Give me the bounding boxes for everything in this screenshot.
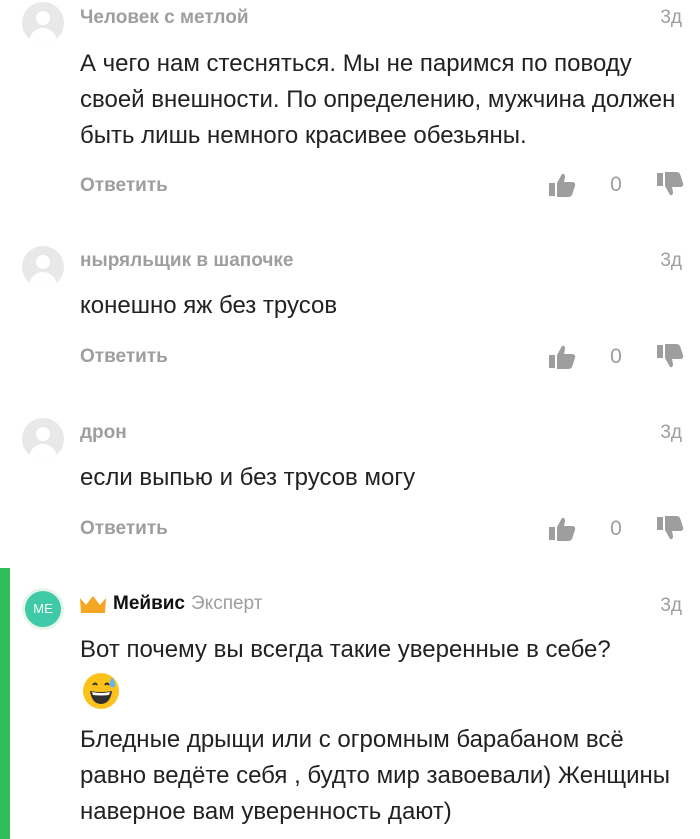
comment-author[interactable]: Мейвис Эксперт xyxy=(113,593,262,615)
comment-text: Вот почему вы всегда такие уверенные в с… xyxy=(80,636,611,663)
comment-author[interactable]: Человек с метлой xyxy=(80,7,249,29)
author-name[interactable]: Мейвис xyxy=(113,593,185,614)
user-avatar[interactable] xyxy=(22,418,64,460)
comment-time: 3д xyxy=(660,595,682,616)
thumbs-down-icon[interactable] xyxy=(656,515,684,543)
comment-author[interactable]: дрон xyxy=(80,422,127,444)
thumbs-up-icon[interactable] xyxy=(548,171,576,199)
author-role-badge: Эксперт xyxy=(191,593,263,614)
crown-icon xyxy=(80,596,106,613)
reply-button[interactable]: Ответить xyxy=(80,346,168,368)
thumbs-up-icon[interactable] xyxy=(548,343,576,371)
user-avatar[interactable] xyxy=(22,2,64,44)
thumbs-down-icon[interactable] xyxy=(656,343,684,371)
comment-time: 3д xyxy=(660,422,682,443)
comment-time: 3д xyxy=(660,7,682,28)
comment: Человек с метлой 3д А чего нам стеснятьс… xyxy=(0,0,700,215)
reply-button[interactable]: Ответить xyxy=(80,518,168,540)
comment-time: 3д xyxy=(660,250,682,271)
grinning-sweat-emoji xyxy=(83,673,119,709)
highlight-bar xyxy=(0,568,10,839)
thumbs-up-icon[interactable] xyxy=(548,515,576,543)
vote-count: 0 xyxy=(610,345,622,368)
vote-count: 0 xyxy=(610,517,622,540)
vote-count: 0 xyxy=(610,173,622,196)
comment-text: если выпью и без трусов могу xyxy=(80,464,416,491)
user-avatar[interactable]: МЕ xyxy=(22,588,64,630)
thumbs-down-icon[interactable] xyxy=(656,171,684,199)
comment-text: А чего нам стесняться. Мы не паримся по … xyxy=(80,50,676,149)
reply-button[interactable]: Ответить xyxy=(80,175,168,197)
avatar-initials: МЕ xyxy=(33,601,53,616)
comment-text: Бледные дрыщи или с огромным барабаном в… xyxy=(80,726,671,825)
comment-author[interactable]: ныряльщик в шапочке xyxy=(80,250,293,272)
comment-text: конешно яж без трусов xyxy=(80,292,338,319)
user-avatar[interactable] xyxy=(22,246,64,288)
